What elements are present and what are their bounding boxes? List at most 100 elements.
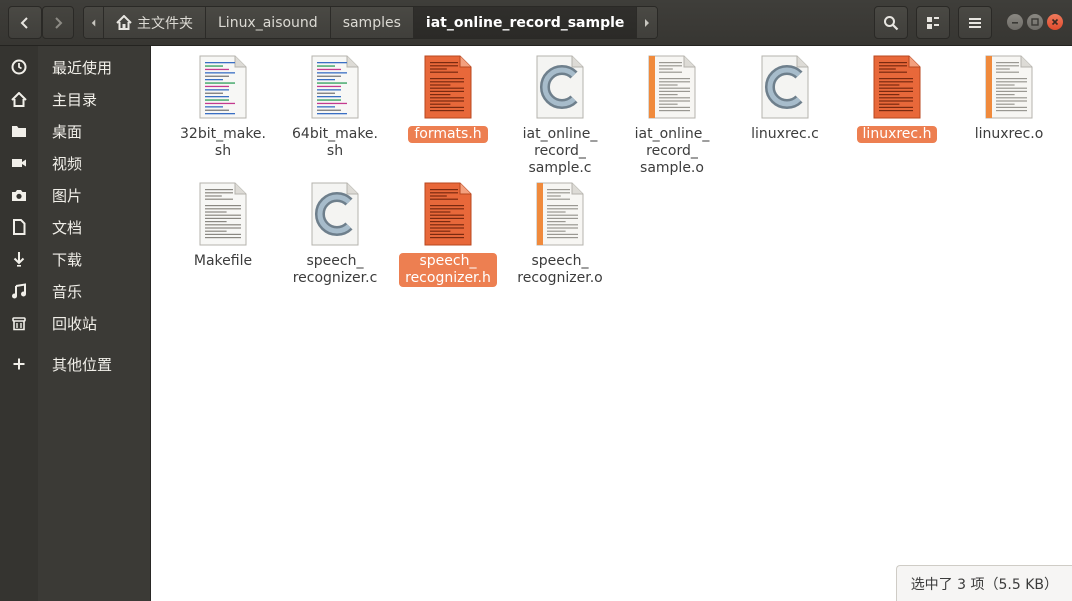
sidebar-item-recent[interactable]: 最近使用 <box>0 52 150 82</box>
file-name-label: iat_online_ record_ sample.c <box>522 126 598 176</box>
path-crumb-label: Linux_aisound <box>218 14 318 31</box>
grid-view-icon <box>927 16 939 29</box>
file-item[interactable]: iat_online_ record_ sample.o <box>622 54 722 177</box>
file-item[interactable]: linuxrec.c <box>735 54 835 143</box>
sidebar-item-label: 音乐 <box>52 282 83 301</box>
object-file-icon <box>983 54 1035 120</box>
sidebar-item-home[interactable]: 主目录 <box>0 84 150 114</box>
trash-icon <box>0 315 38 331</box>
back-button[interactable] <box>8 6 42 39</box>
selection-status-text: 选中了 3 项（5.5 KB） <box>910 576 1058 593</box>
path-scroll-left-button[interactable] <box>84 7 104 38</box>
minimize-icon <box>1012 22 1018 24</box>
sidebar-item-pictures[interactable]: 图片 <box>0 180 150 210</box>
object-file-icon <box>646 54 698 120</box>
file-item[interactable]: linuxrec.h <box>847 54 947 143</box>
clock-icon <box>0 59 38 75</box>
chevron-left-icon <box>20 16 28 29</box>
sidebar-item-documents[interactable]: 文档 <box>0 212 150 242</box>
file-item[interactable]: speech_ recognizer.c <box>285 181 385 287</box>
file-name-label: iat_online_ record_ sample.o <box>634 126 710 176</box>
forward-button[interactable] <box>42 6 74 39</box>
file-item[interactable]: linuxrec.o <box>959 54 1059 143</box>
sidebar-item-label: 回收站 <box>52 314 98 333</box>
path-crumb-linux-aisound[interactable]: Linux_aisound <box>206 7 331 38</box>
file-name-label: speech_ recognizer.c <box>292 253 378 286</box>
c-source-file-icon <box>534 54 586 120</box>
plus-icon <box>0 358 38 370</box>
file-item[interactable]: speech_ recognizer.h <box>398 181 498 287</box>
file-view: 32bit_make. sh 64bit_make. sh formats.h … <box>151 46 1072 601</box>
maximize-icon <box>1031 18 1039 26</box>
c-header-file-icon <box>422 54 474 120</box>
folder-icon <box>0 124 38 138</box>
sidebar-item-label: 下载 <box>52 250 83 269</box>
status-bar: 选中了 3 项（5.5 KB） <box>895 565 1072 601</box>
file-name-label: linuxrec.h <box>856 126 938 143</box>
c-header-file-icon <box>871 54 923 120</box>
hamburger-menu-icon <box>969 17 981 28</box>
video-icon <box>0 157 38 169</box>
file-name-label: Makefile <box>193 253 253 269</box>
document-icon <box>0 219 38 235</box>
camera-icon <box>0 188 38 202</box>
file-name-label: speech_ recognizer.h <box>399 253 497 287</box>
sidebar-item-trash[interactable]: 回收站 <box>0 308 150 338</box>
sidebar-item-music[interactable]: 音乐 <box>0 276 150 306</box>
path-bar: 主文件夹 Linux_aisound samples iat_online_re… <box>83 6 659 39</box>
search-button[interactable] <box>874 6 908 39</box>
sidebar-item-desktop[interactable]: 桌面 <box>0 116 150 146</box>
file-name-label: speech_ recognizer.o <box>517 253 603 286</box>
sidebar-item-label: 视频 <box>52 154 83 173</box>
file-item[interactable]: speech_ recognizer.o <box>510 181 610 287</box>
chevron-right-icon <box>55 16 63 29</box>
file-name-label: 32bit_make. sh <box>180 126 266 159</box>
sidebar: 最近使用 主目录 桌面 视频 图片 文档 下载 音乐 回收站 其他位置 <box>0 46 151 601</box>
file-name-label: formats.h <box>408 126 488 143</box>
sidebar-item-label: 其他位置 <box>52 355 113 374</box>
maximize-button[interactable] <box>1027 14 1043 30</box>
close-icon <box>1051 18 1059 26</box>
sidebar-item-label: 主目录 <box>52 90 98 109</box>
object-file-icon <box>534 181 586 247</box>
triangle-right-icon <box>645 18 650 27</box>
sidebar-item-other-locations[interactable]: 其他位置 <box>0 349 150 379</box>
file-item[interactable]: iat_online_ record_ sample.c <box>510 54 610 177</box>
c-header-file-icon <box>422 181 474 247</box>
sidebar-item-downloads[interactable]: 下载 <box>0 244 150 274</box>
search-icon <box>884 15 899 30</box>
path-crumb-home[interactable]: 主文件夹 <box>104 7 206 38</box>
text-file-icon <box>197 181 249 247</box>
path-crumb-current[interactable]: iat_online_record_sample <box>413 7 638 38</box>
sidebar-item-label: 桌面 <box>52 122 83 141</box>
home-icon <box>0 91 38 107</box>
path-crumb-label: iat_online_record_sample <box>425 14 625 31</box>
menu-button[interactable] <box>958 6 992 39</box>
file-item[interactable]: 64bit_make. sh <box>285 54 385 160</box>
file-name-label: linuxrec.c <box>751 126 819 142</box>
download-icon <box>0 251 38 267</box>
shell-script-file-icon <box>197 54 249 120</box>
home-icon <box>116 15 132 30</box>
file-item[interactable]: formats.h <box>398 54 498 143</box>
path-crumb-samples[interactable]: samples <box>330 7 414 38</box>
header-bar: 主文件夹 Linux_aisound samples iat_online_re… <box>0 0 1072 46</box>
path-scroll-right-button[interactable] <box>637 7 658 38</box>
sidebar-item-label: 图片 <box>52 186 83 205</box>
file-item[interactable]: Makefile <box>173 181 273 270</box>
file-name-label: 64bit_make. sh <box>292 126 378 159</box>
path-crumb-label: 主文件夹 <box>137 15 193 32</box>
minimize-button[interactable] <box>1007 14 1023 30</box>
close-button[interactable] <box>1047 14 1063 30</box>
path-crumb-label: samples <box>342 14 401 31</box>
c-source-file-icon <box>309 181 361 247</box>
file-name-label: linuxrec.o <box>974 126 1044 142</box>
sidebar-item-label: 文档 <box>52 218 83 237</box>
shell-script-file-icon <box>309 54 361 120</box>
file-item[interactable]: 32bit_make. sh <box>173 54 273 160</box>
view-toggle-button[interactable] <box>916 6 950 39</box>
sidebar-item-label: 最近使用 <box>52 58 113 77</box>
c-source-file-icon <box>759 54 811 120</box>
triangle-left-icon <box>91 19 96 26</box>
sidebar-item-videos[interactable]: 视频 <box>0 148 150 178</box>
